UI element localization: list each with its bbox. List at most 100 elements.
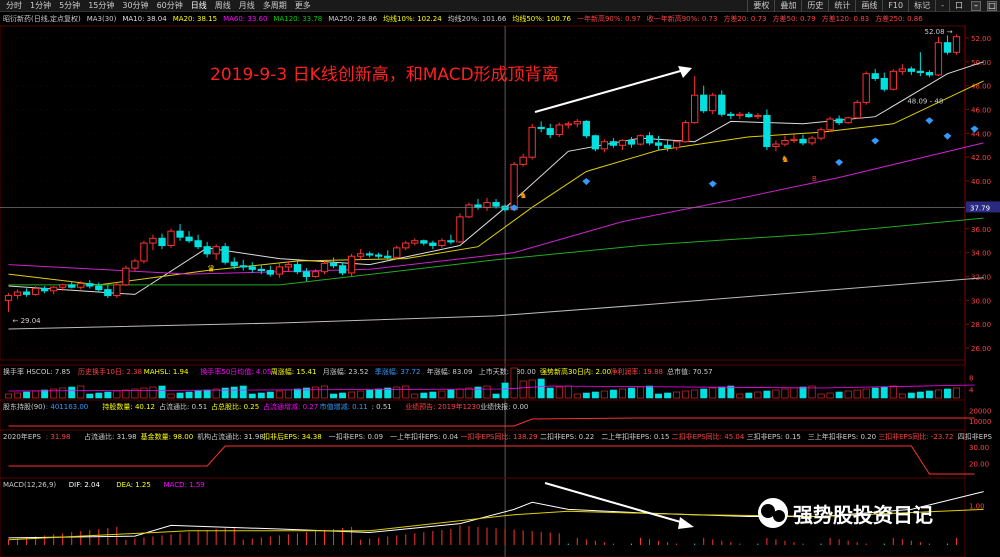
signal-crown-icon: ♛	[207, 265, 215, 275]
current-price-label: 37.79	[970, 204, 990, 212]
pane-header-turnover-9: 强势新高30日内: 2.00	[540, 367, 611, 376]
candle-body	[113, 284, 121, 297]
candle-body	[302, 271, 311, 278]
candle-body	[709, 94, 717, 112]
y-tick-label: 34.00	[971, 250, 991, 258]
candle-body	[483, 202, 491, 208]
candle	[844, 116, 852, 124]
candle	[122, 265, 130, 287]
candle-body	[555, 124, 563, 136]
pane-header-eps-9: 二扣非EPS: 0.22	[540, 432, 594, 441]
pane-header-turnover-5: 月涨幅: 23.52	[323, 367, 369, 376]
turnover-bar	[122, 389, 130, 399]
candle	[347, 253, 356, 277]
candle-body	[745, 113, 753, 118]
turnover-bar	[916, 391, 924, 399]
y-tick-label: 42.00	[971, 154, 991, 162]
low-price-label: ← 29.04	[13, 317, 42, 325]
candle-body	[230, 261, 238, 267]
candle	[483, 197, 491, 211]
pane-header-eps-4: 机构占流通比: 31.98	[197, 432, 264, 441]
candle-body	[257, 268, 265, 272]
candle	[916, 52, 925, 77]
candle-body	[320, 262, 329, 273]
turnover-bar	[239, 385, 247, 399]
candle	[654, 135, 663, 151]
turnover-bar	[646, 385, 653, 399]
candle	[420, 239, 428, 246]
pane-header-holders-1: : 401163.00	[46, 403, 88, 411]
candle-body	[844, 117, 852, 124]
candle	[104, 284, 112, 298]
turnover-bar	[293, 388, 301, 399]
annotation-text: 2019-9-3 日K线创新高，和MACD形成顶背离	[210, 65, 559, 85]
turnover-bar	[564, 385, 572, 399]
candle	[338, 262, 347, 276]
candle-body	[826, 118, 834, 131]
pane-header-holders-3: 占流通比: 0.51	[159, 402, 207, 411]
candle-body	[465, 204, 473, 218]
pane-header-holders-0: 股东持股(90)	[3, 402, 46, 411]
signal-diamond-icon	[925, 117, 934, 125]
turnover-bar	[59, 387, 67, 399]
pane-header-eps-15: 四扣非EPS	[958, 432, 993, 441]
candle-body	[347, 255, 356, 274]
pane-header-turnover-0: 换手率 HSCOL: 7.85	[3, 367, 70, 376]
pane-header-turnover-7: 年涨幅: 83.09	[427, 367, 473, 376]
turnover-bar	[23, 391, 31, 399]
stock-chart[interactable]: 52.0050.0048.0046.0044.0042.0040.0038.00…	[0, 0, 1000, 557]
candle-body	[77, 283, 85, 288]
candle-body	[131, 260, 139, 269]
candle-body	[546, 128, 554, 136]
turnover-bar	[95, 392, 103, 399]
candle-body	[140, 242, 148, 262]
signal-diamond-icon	[582, 178, 591, 186]
candle	[438, 238, 446, 248]
turnover-bar	[655, 393, 663, 399]
candle-body	[185, 236, 193, 242]
turnover-bar	[537, 378, 545, 399]
candle	[573, 119, 581, 128]
pane-header-eps-0: 2020年EPS	[3, 432, 41, 441]
turnover-bar	[510, 367, 518, 399]
candle	[158, 233, 166, 250]
candle	[131, 258, 139, 272]
candle	[492, 198, 500, 209]
candle-body	[591, 135, 600, 150]
candle	[393, 245, 401, 259]
turnover-bar	[582, 392, 590, 399]
y-tick-label: 26.00	[971, 345, 991, 353]
turnover-bar	[5, 393, 12, 399]
candle	[700, 85, 708, 114]
candle	[447, 234, 455, 245]
candle	[167, 228, 175, 248]
candle-body	[365, 253, 374, 256]
pane-header-eps-1: : 31.98	[46, 433, 71, 441]
signal-diamond-icon	[708, 180, 717, 188]
pane-header-holders-9: 业绩快报: 0.00	[480, 402, 528, 411]
pane-header-holders-6: 市值增减: 0.11	[320, 402, 368, 411]
candle	[727, 111, 735, 120]
pane-header-holders-7: : 0.51	[372, 403, 392, 411]
candle-body	[275, 266, 284, 275]
candle	[618, 139, 627, 151]
candle	[555, 122, 563, 137]
candle	[600, 139, 609, 153]
eps-line	[8, 445, 975, 475]
candle	[799, 134, 807, 146]
turnover-bar	[628, 387, 635, 399]
signal-figure-icon: ♞	[781, 155, 789, 165]
candle-body	[248, 266, 256, 270]
candle-body	[438, 240, 446, 246]
pane-header-turnover-3: 换手率50日均值: 4.05	[200, 367, 271, 376]
candle	[203, 241, 211, 258]
turnover-bar	[781, 388, 789, 399]
turnover-bar	[772, 389, 780, 399]
turnover-bar	[682, 390, 690, 399]
candle	[582, 120, 590, 139]
candle	[925, 70, 934, 78]
turnover-bar	[871, 387, 879, 399]
turnover-bar	[312, 386, 319, 399]
turnover-bar	[149, 386, 157, 399]
turnover-bar	[573, 393, 581, 399]
